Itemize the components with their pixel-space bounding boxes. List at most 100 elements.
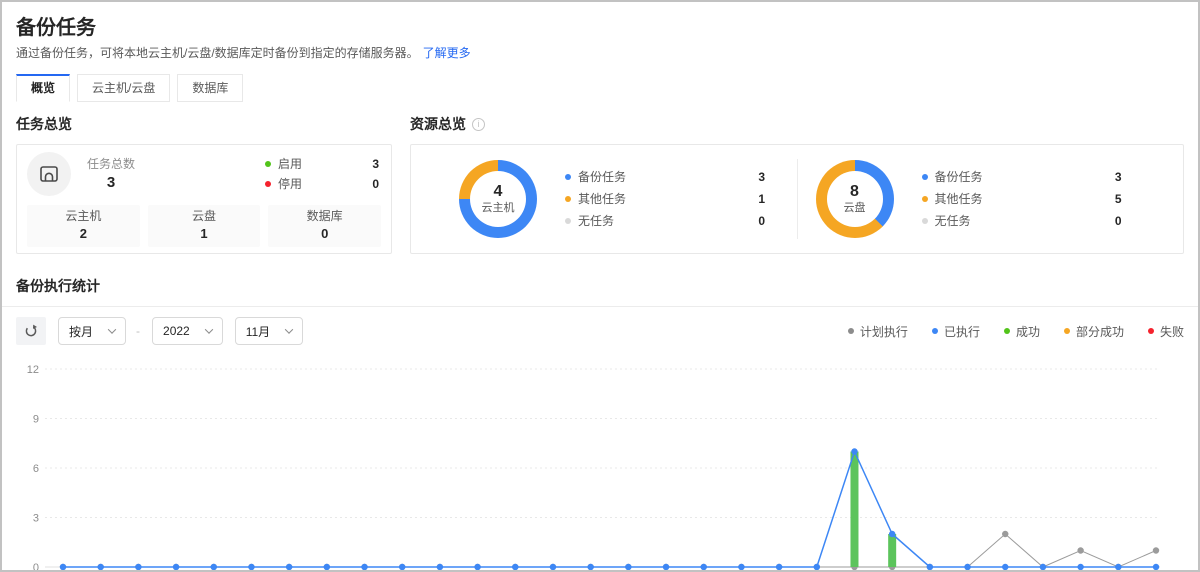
legend-row: 无任务 0 bbox=[922, 210, 1122, 232]
legend-item-partial-success[interactable]: 部分成功 bbox=[1064, 323, 1124, 340]
task-type-boxes: 云主机 2 云盘 1 数据库 0 bbox=[27, 205, 381, 247]
disabled-value: 0 bbox=[372, 174, 379, 194]
chevron-down-icon bbox=[108, 325, 116, 333]
year-select-value: 2022 bbox=[163, 324, 190, 338]
period-select-value: 按月 bbox=[69, 323, 93, 340]
resource-group-host: 4 云主机 备份任务 3 其他任务 1 bbox=[441, 160, 797, 238]
disabled-label: 停用 bbox=[278, 174, 372, 194]
svg-text:9: 9 bbox=[33, 414, 39, 426]
tab-bar: 概览 云主机/云盘 数据库 bbox=[16, 74, 1184, 102]
status-row-disabled: 停用 0 bbox=[265, 174, 379, 194]
resource-overview-title: 资源总览 i bbox=[410, 114, 1184, 134]
chevron-down-icon bbox=[204, 325, 212, 333]
legend-text: 成功 bbox=[1016, 323, 1040, 340]
exec-stats-title: 备份执行统计 bbox=[2, 276, 1198, 296]
type-box-database: 数据库 0 bbox=[268, 205, 381, 247]
legend-item-executed[interactable]: 已执行 bbox=[932, 323, 980, 340]
task-summary: 任务总数 3 启用 3 停用 0 bbox=[27, 151, 381, 197]
filter-separator: - bbox=[136, 324, 140, 338]
host-count: 4 bbox=[494, 183, 503, 201]
legend-row: 备份任务 3 bbox=[565, 166, 765, 188]
task-total: 任务总数 3 bbox=[87, 156, 135, 193]
type-box-disk: 云盘 1 bbox=[148, 205, 261, 247]
backup-task-dot-icon bbox=[922, 174, 928, 180]
host-donut-center: 4 云主机 bbox=[470, 171, 526, 227]
legend-item-failed[interactable]: 失败 bbox=[1148, 323, 1184, 340]
legend-row: 其他任务 1 bbox=[565, 188, 765, 210]
planned-dot-icon bbox=[848, 328, 854, 334]
legend-value: 5 bbox=[1115, 188, 1122, 210]
legend-label: 其他任务 bbox=[935, 188, 1115, 210]
month-select-value: 11月 bbox=[246, 323, 270, 340]
refresh-icon bbox=[24, 324, 38, 338]
exec-chart-area: 03691211-0111-0311-0511-0711-0911-1111-1… bbox=[2, 349, 1198, 572]
page-title: 备份任务 bbox=[16, 16, 1184, 40]
tab-database[interactable]: 数据库 bbox=[177, 74, 243, 102]
status-row-enabled: 启用 3 bbox=[265, 154, 379, 174]
disk-donut-chart: 8 云盘 bbox=[816, 160, 894, 238]
host-donut-legend: 备份任务 3 其他任务 1 无任务 0 bbox=[565, 166, 765, 232]
task-total-label: 任务总数 bbox=[87, 156, 135, 173]
backup-tasks-page: 备份任务 通过备份任务，可将本地云主机/云盘/数据库定时备份到指定的存储服务器。… bbox=[0, 0, 1200, 572]
enabled-dot-icon bbox=[265, 161, 271, 167]
host-label: 云主机 bbox=[482, 201, 515, 215]
task-overview-title: 任务总览 bbox=[16, 114, 392, 134]
legend-text: 部分成功 bbox=[1076, 323, 1124, 340]
refresh-button[interactable] bbox=[16, 317, 46, 345]
type-box-host: 云主机 2 bbox=[27, 205, 140, 247]
year-select[interactable]: 2022 bbox=[152, 317, 223, 345]
legend-row: 其他任务 5 bbox=[922, 188, 1122, 210]
no-task-dot-icon bbox=[922, 218, 928, 224]
resource-group-disk: 8 云盘 备份任务 3 其他任务 5 bbox=[798, 160, 1154, 238]
svg-text:12: 12 bbox=[27, 364, 39, 376]
task-overview-card: 任务总数 3 启用 3 停用 0 bbox=[16, 144, 392, 254]
disk-label: 云盘 bbox=[844, 201, 866, 215]
disk-donut-legend: 备份任务 3 其他任务 5 无任务 0 bbox=[922, 166, 1122, 232]
enabled-label: 启用 bbox=[278, 154, 372, 174]
resource-overview-section: 资源总览 i 4 云主机 备份任务 3 bbox=[410, 114, 1184, 254]
legend-label: 备份任务 bbox=[578, 166, 758, 188]
legend-label: 备份任务 bbox=[935, 166, 1115, 188]
legend-row: 无任务 0 bbox=[565, 210, 765, 232]
legend-value: 3 bbox=[1115, 166, 1122, 188]
exec-line-chart: 03691211-0111-0311-0511-0711-0911-1111-1… bbox=[16, 357, 1184, 572]
success-dot-icon bbox=[1004, 328, 1010, 334]
legend-value: 0 bbox=[758, 210, 765, 232]
task-status-list: 启用 3 停用 0 bbox=[265, 154, 381, 194]
disabled-dot-icon bbox=[265, 181, 271, 187]
chart-legend: 计划执行 已执行 成功 部分成功 失败 bbox=[824, 323, 1184, 340]
type-disk-value: 1 bbox=[148, 225, 261, 242]
learn-more-link[interactable]: 了解更多 bbox=[423, 46, 471, 60]
task-overview-section: 任务总览 任务总数 3 bbox=[16, 114, 392, 254]
type-disk-label: 云盘 bbox=[148, 208, 261, 225]
no-task-dot-icon bbox=[565, 218, 571, 224]
partial-success-dot-icon bbox=[1064, 328, 1070, 334]
type-database-label: 数据库 bbox=[268, 208, 381, 225]
executed-dot-icon bbox=[932, 328, 938, 334]
enabled-value: 3 bbox=[372, 154, 379, 174]
chevron-down-icon bbox=[285, 325, 293, 333]
type-host-value: 2 bbox=[27, 225, 140, 242]
legend-item-success[interactable]: 成功 bbox=[1004, 323, 1040, 340]
exec-stats-section: 备份执行统计 按月 - 2022 11月 bbox=[2, 276, 1198, 572]
legend-item-planned[interactable]: 计划执行 bbox=[848, 323, 908, 340]
type-database-value: 0 bbox=[268, 225, 381, 242]
legend-label: 无任务 bbox=[578, 210, 758, 232]
subtitle-text: 通过备份任务，可将本地云主机/云盘/数据库定时备份到指定的存储服务器。 bbox=[16, 46, 419, 60]
failed-dot-icon bbox=[1148, 328, 1154, 334]
month-select[interactable]: 11月 bbox=[235, 317, 303, 345]
disk-count: 8 bbox=[850, 183, 859, 201]
legend-text: 失败 bbox=[1160, 323, 1184, 340]
legend-label: 其他任务 bbox=[578, 188, 758, 210]
legend-row: 备份任务 3 bbox=[922, 166, 1122, 188]
legend-label: 无任务 bbox=[935, 210, 1115, 232]
tab-overview[interactable]: 概览 bbox=[16, 74, 70, 102]
info-icon[interactable]: i bbox=[472, 118, 485, 131]
task-icon bbox=[27, 152, 71, 196]
other-task-dot-icon bbox=[565, 196, 571, 202]
type-host-label: 云主机 bbox=[27, 208, 140, 225]
other-task-dot-icon bbox=[922, 196, 928, 202]
tab-host-disk[interactable]: 云主机/云盘 bbox=[77, 74, 170, 102]
period-select[interactable]: 按月 bbox=[58, 317, 126, 345]
legend-text: 已执行 bbox=[944, 323, 980, 340]
